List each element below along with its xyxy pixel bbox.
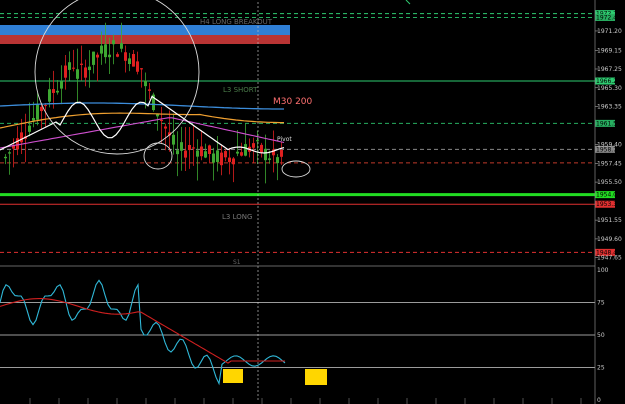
candle-body <box>112 40 115 45</box>
candle-body <box>60 81 63 89</box>
candle-body <box>104 44 107 58</box>
candle-body <box>196 150 199 157</box>
candle-body <box>184 150 187 158</box>
candle-body <box>20 132 23 143</box>
candle-body <box>80 63 83 65</box>
price-level-tag-text: 1972.46 <box>596 14 621 21</box>
candle-body <box>192 147 195 149</box>
candle-body <box>176 150 179 155</box>
candle-body <box>236 151 239 154</box>
rsi-axis-label: 0 <box>597 397 601 404</box>
rsi-marker-2 <box>305 369 327 385</box>
ma-label: M30 200 <box>273 97 313 107</box>
candle-body <box>68 62 71 70</box>
candle-body <box>212 153 215 163</box>
s1-label: S1 <box>233 259 241 266</box>
candle-body <box>172 134 175 145</box>
price-axis-label: 1971.20 <box>597 28 622 35</box>
rsi-marker-1 <box>223 369 243 383</box>
candle-body <box>188 145 191 151</box>
candle-body <box>132 54 135 67</box>
candle-body <box>92 51 95 65</box>
candle-body <box>108 54 111 58</box>
candle-body <box>136 61 139 72</box>
price-axis-label: 1959.40 <box>597 142 622 149</box>
price-axis-label: 1969.15 <box>597 48 622 55</box>
candle-body <box>52 89 55 93</box>
candle-body <box>100 45 103 54</box>
price-axis-label: 1963.35 <box>597 104 622 111</box>
candle-body <box>36 104 39 120</box>
candle-body <box>228 157 231 163</box>
price-level-tag-text: 1961.56 <box>596 120 621 127</box>
candle-body <box>264 148 267 161</box>
candle-body <box>252 143 255 148</box>
price-axis-label: 1951.55 <box>597 217 622 224</box>
candle-body <box>120 43 123 49</box>
candle-body <box>28 125 31 132</box>
price-axis-label: 1967.25 <box>597 66 622 73</box>
candle-body <box>88 66 91 71</box>
candle-body <box>140 68 143 70</box>
rsi-axis-label: 50 <box>597 332 605 339</box>
candle-body <box>148 89 151 91</box>
candle-body <box>144 80 147 87</box>
candle-body <box>48 89 51 102</box>
price-axis-label: 1949.60 <box>597 236 622 243</box>
candle-body <box>244 144 247 156</box>
price-axis-label: 1947.65 <box>597 255 622 262</box>
rsi-axis-label: 100 <box>597 267 609 274</box>
rsi-axis-label: 75 <box>597 300 605 307</box>
top-zone-label: H4 LONG BREAKOUT <box>200 18 273 26</box>
candle-body <box>4 156 7 159</box>
candle-body <box>56 90 59 93</box>
candle-body <box>96 54 99 58</box>
candle-body <box>260 144 263 153</box>
price-axis-label: 1957.45 <box>597 160 622 167</box>
candle-body <box>216 150 219 162</box>
pivot-label: Pivot <box>277 136 292 143</box>
candle-body <box>200 146 203 157</box>
candle-body <box>8 152 11 154</box>
price-level-tag-text: 1954.02 <box>596 192 621 199</box>
candle-body <box>40 106 43 112</box>
candle-body <box>32 117 35 121</box>
rsi-axis-label: 25 <box>597 365 605 372</box>
candle-body <box>220 152 223 166</box>
candle-body <box>84 67 87 78</box>
candle-body <box>276 157 279 164</box>
candle-body <box>256 140 259 142</box>
candle-body <box>44 105 47 107</box>
candle-body <box>280 150 283 157</box>
candle-body <box>76 69 79 79</box>
price-level-tag-text: 1953.33 <box>596 201 621 208</box>
candle-body <box>232 158 235 165</box>
candle-body <box>208 145 211 154</box>
candle-body <box>180 142 183 151</box>
candle-body <box>268 158 271 160</box>
candle-body <box>160 119 163 122</box>
candle-body <box>240 152 243 156</box>
candle-body <box>16 138 19 150</box>
candle-body <box>128 58 131 65</box>
price-axis-label: 1955.50 <box>597 179 622 186</box>
long-level-label: L3 LONG <box>222 213 252 221</box>
candle-body <box>164 126 167 129</box>
trading-chart[interactable]: H4 LONG BREAKOUT L3 SHORT L3 LONG Pivot … <box>0 0 625 404</box>
candle-body <box>204 151 207 158</box>
price-axis-label: 1965.30 <box>597 85 622 92</box>
supply-zone-blue <box>0 25 290 35</box>
candle-body <box>64 65 67 78</box>
candle-body <box>124 52 127 61</box>
candle-body <box>224 151 227 158</box>
candle-body <box>72 67 75 69</box>
candle-body <box>116 54 119 57</box>
short-level-label: L3 SHORT <box>223 86 258 94</box>
